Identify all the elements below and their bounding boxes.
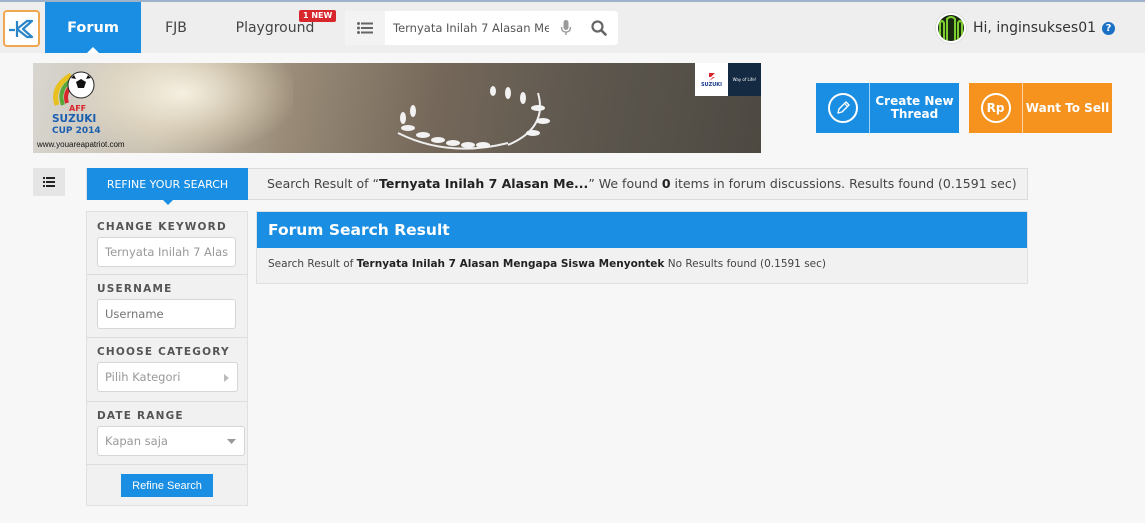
- summary-count: 0: [661, 176, 671, 191]
- sell-label: Want To Sell: [1025, 100, 1110, 115]
- kaskus-logo[interactable]: [3, 10, 40, 47]
- category-group: CHOOSE CATEGORY Pilih Kategori: [87, 338, 247, 402]
- sell-icon-cell: Rp: [969, 83, 1023, 133]
- forum-search-result-panel: Forum Search Result Search Result of Ter…: [256, 211, 1028, 284]
- wreath-graphic: [397, 86, 550, 150]
- svg-text:AFF: AFF: [69, 104, 86, 113]
- avatar[interactable]: [936, 13, 966, 43]
- username-group: USERNAME: [87, 275, 247, 338]
- summary-mid: ” We found: [588, 176, 662, 191]
- top-navbar: Forum FJB Playground 1 NEW Ternyata Inil…: [0, 0, 1145, 53]
- tab-forum-label: Forum: [67, 19, 119, 36]
- microphone-icon[interactable]: [560, 20, 572, 36]
- category-value: Pilih Kategori: [105, 370, 181, 384]
- create-label-line2: Thread: [890, 107, 939, 121]
- list-icon: [43, 177, 55, 187]
- aff-suzuki-cup-logo: AFF SUZUKI CUP 2014: [52, 71, 101, 136]
- search-summary: Search Result of “Ternyata Inilah 7 Alas…: [267, 169, 1017, 199]
- results-message: Search Result of Ternyata Inilah 7 Alasa…: [268, 258, 826, 270]
- help-icon[interactable]: ?: [1102, 21, 1116, 35]
- category-select[interactable]: Pilih Kategori: [97, 362, 238, 392]
- date-range-select[interactable]: Kapan saja: [97, 426, 245, 456]
- category-label: CHOOSE CATEGORY: [97, 346, 230, 358]
- create-icon-cell: [816, 83, 870, 133]
- tab-fjb[interactable]: FJB: [150, 2, 202, 53]
- chevron-right-icon: [224, 374, 229, 382]
- create-label-line1: Create New: [875, 94, 954, 108]
- list-icon: [357, 22, 373, 34]
- user-greeting[interactable]: Hi, inginsukses01: [973, 20, 1096, 36]
- results-prefix: Search Result of: [268, 258, 357, 270]
- search-category-button[interactable]: [345, 11, 385, 45]
- search-bar: [345, 11, 618, 45]
- refine-search-panel: CHANGE KEYWORD USERNAME CHOOSE CATEGORY …: [86, 211, 248, 506]
- banner-url: www.youareapatriot.com: [37, 140, 125, 149]
- promo-banner[interactable]: AFF SUZUKI CUP 2014 www.youareapatriot.c…: [33, 63, 761, 153]
- suzuki-logo: SUZUKI: [695, 63, 728, 96]
- search-summary-bar: REFINE YOUR SEARCH Search Result of “Ter…: [86, 168, 1028, 205]
- search-input[interactable]: [393, 11, 549, 45]
- tab-forum[interactable]: Forum: [45, 2, 141, 53]
- want-to-sell-button[interactable]: Rp Want To Sell: [969, 83, 1112, 133]
- summary-suffix: items in forum discussions. Results foun…: [670, 176, 1017, 191]
- results-suffix: No Results found (0.1591 sec): [664, 258, 827, 270]
- refine-search-button[interactable]: Refine Search: [121, 474, 213, 497]
- username-label: USERNAME: [97, 283, 173, 295]
- svg-text:CUP 2014: CUP 2014: [52, 126, 101, 136]
- refine-your-search-tab[interactable]: REFINE YOUR SEARCH: [87, 168, 248, 205]
- date-range-value: Kapan saja: [105, 434, 168, 448]
- create-new-thread-button[interactable]: Create New Thread: [816, 83, 959, 133]
- chevron-down-icon: [227, 439, 236, 444]
- keyword-label: CHANGE KEYWORD: [97, 221, 227, 233]
- sponsor-name: SUZUKI: [700, 81, 723, 88]
- keyword-group: CHANGE KEYWORD: [87, 212, 247, 275]
- sponsor-tagline: Way of Life!: [728, 63, 761, 96]
- pencil-icon: [827, 93, 858, 123]
- results-keyword: Ternyata Inilah 7 Alasan Mengapa Siswa M…: [356, 258, 665, 270]
- new-badge: 1 NEW: [299, 10, 337, 22]
- results-title: Forum Search Result: [257, 212, 1027, 248]
- date-range-group: DATE RANGE Kapan saja: [87, 402, 247, 465]
- date-range-label: DATE RANGE: [97, 410, 184, 422]
- kaskus-logo-icon: [8, 19, 33, 38]
- sidebar-toggle-button[interactable]: [33, 168, 65, 196]
- search-icon[interactable]: [591, 20, 607, 36]
- suzuki-s-icon: [708, 72, 715, 81]
- summary-prefix: Search Result of “: [267, 176, 380, 191]
- username-input[interactable]: [97, 299, 236, 329]
- keyword-input[interactable]: [97, 237, 236, 267]
- user-menu[interactable]: Hi, inginsukses01 ?: [936, 12, 1116, 44]
- svg-text:SUZUKI: SUZUKI: [52, 113, 96, 125]
- create-label: Create New Thread: [870, 83, 959, 133]
- tab-fjb-label: FJB: [165, 19, 187, 36]
- avatar-image: [938, 15, 964, 41]
- rupiah-icon: Rp: [980, 93, 1011, 123]
- summary-keyword: Ternyata Inilah 7 Alasan Me...: [379, 176, 589, 191]
